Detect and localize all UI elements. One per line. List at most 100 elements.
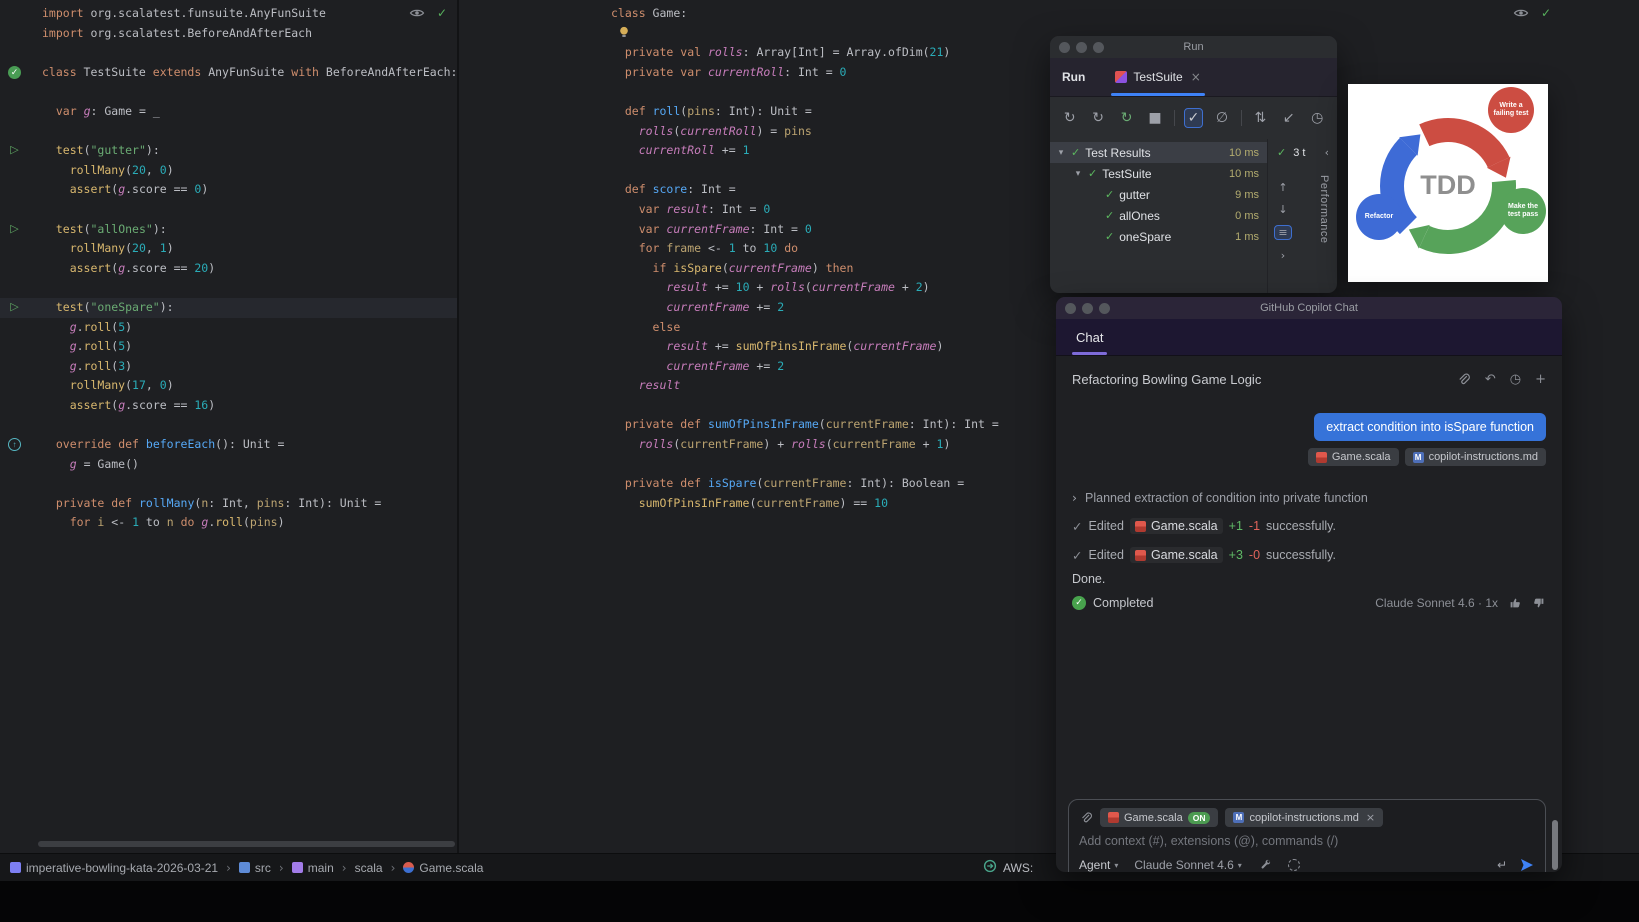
filter-menu-icon[interactable]: ≡ <box>1274 225 1292 240</box>
plan-collapsible-row[interactable]: › Planned extraction of condition into p… <box>1072 490 1546 505</box>
test-duration: 10 ms <box>1229 146 1259 159</box>
code-line: g.roll(5) <box>69 319 133 334</box>
test-duration: 9 ms <box>1235 188 1259 201</box>
zoom-traffic-light[interactable] <box>1093 41 1104 53</box>
rerun-failed-button[interactable]: ↻ <box>1088 108 1107 128</box>
edited-file-link[interactable]: Game.scala <box>1129 518 1223 534</box>
breadcrumb-item[interactable]: imperative-bowling-kata-2026-03-21 <box>10 861 218 875</box>
minimize-traffic-light[interactable] <box>1082 302 1093 314</box>
show-ignored-button[interactable]: ∅ <box>1212 108 1231 128</box>
history-icon[interactable]: ◷ <box>1510 372 1521 387</box>
thumbs-up-icon[interactable] <box>1508 596 1522 610</box>
horizontal-scrollbar[interactable] <box>38 841 455 847</box>
code-line: private var currentRoll: Int = 0 <box>624 64 847 79</box>
test-tree-row[interactable]: ▾ ✓ TestSuite 10 ms <box>1050 163 1267 184</box>
breadcrumb-item[interactable]: src <box>238 861 271 875</box>
editor-split-divider[interactable] <box>457 0 459 853</box>
chat-input-box[interactable]: Game.scalaON Mcopilot-instructions.md× Ag… <box>1068 799 1546 872</box>
new-chat-icon[interactable]: + <box>1535 372 1546 387</box>
scala-file-icon <box>1134 520 1146 532</box>
run-side-panel: ✓ 3 t ‹ ↑ ↓ ≡ › Performance <box>1267 139 1337 293</box>
chat-message-input[interactable] <box>1079 834 1535 848</box>
context-chip[interactable]: Game.scala <box>1307 448 1399 466</box>
run-test-icon[interactable]: ▷ <box>8 223 21 236</box>
input-context-chip[interactable]: Mcopilot-instructions.md × <box>1225 808 1384 827</box>
completed-label: Completed <box>1093 596 1154 610</box>
expand-chevron-icon[interactable]: ▾ <box>1054 148 1068 158</box>
test-tree-row[interactable]: ✓ oneSpare 1 ms <box>1050 226 1267 247</box>
insert-icon[interactable]: ↵ <box>1497 858 1507 872</box>
expand-chevron-icon[interactable]: › <box>1072 490 1077 505</box>
chat-scrollbar[interactable] <box>1552 820 1558 870</box>
breadcrumb-item[interactable]: Game.scala <box>403 861 483 875</box>
toggle-auto-rerun-button[interactable]: ↻ <box>1117 108 1136 128</box>
breadcrumb-separator-icon: › <box>226 860 231 875</box>
tools-wrench-icon[interactable] <box>1258 858 1272 872</box>
test-duration: 1 ms <box>1235 230 1259 243</box>
input-context-chip[interactable]: Game.scala ON <box>1100 808 1219 827</box>
chat-window-titlebar[interactable]: GitHub Copilot Chat <box>1056 297 1562 319</box>
stop-button[interactable]: ■ <box>1145 108 1164 128</box>
attach-icon[interactable] <box>1456 372 1471 387</box>
aws-status-widget[interactable]: AWS: <box>983 854 1033 881</box>
intention-bulb-icon[interactable] <box>617 25 631 45</box>
expand-panel-icon[interactable]: › <box>1281 249 1285 262</box>
tab-chat[interactable]: Chat <box>1072 319 1108 355</box>
check-icon: ✓ <box>1072 547 1083 563</box>
edited-file-link[interactable]: Game.scala <box>1129 547 1223 563</box>
close-traffic-light[interactable] <box>1059 41 1070 53</box>
context-chip[interactable]: Mcopilot-instructions.md <box>1404 448 1546 466</box>
show-passed-button[interactable]: ✓ <box>1183 108 1204 128</box>
navigate-to-test-button[interactable]: ↙ <box>1279 108 1298 128</box>
undo-icon[interactable]: ↶ <box>1485 372 1496 387</box>
expand-chevron-icon[interactable]: ▾ <box>1071 169 1085 179</box>
rerun-button[interactable]: ↻ <box>1060 108 1079 128</box>
test-results-tree[interactable]: ▾ ✓ Test Results 10 ms ▾ ✓ TestSuite 10 ms ✓ gut… <box>1050 139 1267 293</box>
zoom-traffic-light[interactable] <box>1099 302 1110 314</box>
editor-testsuite[interactable]: ✓ ▷ ▷ ▷ ↑ import org.scalatest.funsuite.AnyF… <box>0 0 457 853</box>
check-icon: ✓ <box>1072 518 1083 534</box>
breadcrumb-item[interactable]: main <box>291 861 334 875</box>
test-passed-icon: ✓ <box>1088 167 1098 180</box>
module-icon <box>10 862 21 873</box>
passed-count-label: 3 t <box>1293 146 1306 159</box>
added-lines: +3 <box>1228 548 1243 562</box>
close-tab-icon[interactable]: × <box>1191 70 1201 84</box>
send-button[interactable] <box>1519 857 1535 872</box>
model-selector[interactable]: Claude Sonnet 4.6 ▾ <box>1134 858 1241 872</box>
close-traffic-light[interactable] <box>1065 302 1076 314</box>
previous-result-icon[interactable]: ↑ <box>1278 181 1287 194</box>
test-tree-row[interactable]: ▾ ✓ Test Results 10 ms <box>1050 142 1267 163</box>
edit-result-row: ✓ Edited Game.scala +3 -0 successfully. <box>1072 547 1336 563</box>
reader-mode-eye-icon[interactable] <box>1513 5 1529 21</box>
attach-context-icon[interactable] <box>1079 811 1093 825</box>
run-window-titlebar[interactable]: Run <box>1050 36 1337 58</box>
no-problems-check-icon[interactable]: ✓ <box>1541 6 1551 20</box>
test-history-button[interactable]: ◷ <box>1308 108 1327 128</box>
chip-close-icon[interactable]: × <box>1366 811 1375 824</box>
collapse-panel-icon[interactable]: ‹ <box>1325 146 1333 159</box>
run-test-icon[interactable]: ▷ <box>8 301 21 314</box>
reader-mode-eye-icon[interactable] <box>409 5 425 21</box>
no-problems-check-icon[interactable]: ✓ <box>437 6 447 20</box>
test-tree-row[interactable]: ✓ allOnes 0 ms <box>1050 205 1267 226</box>
next-result-icon[interactable]: ↓ <box>1278 203 1287 216</box>
tab-testsuite[interactable]: TestSuite × <box>1105 58 1210 96</box>
run-tab-strip: Run TestSuite × <box>1050 58 1337 97</box>
sort-by-duration-button[interactable]: ⇅ <box>1251 108 1270 128</box>
folder-main-icon <box>291 862 303 873</box>
test-tree-row[interactable]: ✓ gutter 9 ms <box>1050 184 1267 205</box>
breadcrumb-item[interactable]: scala <box>355 861 383 875</box>
thumbs-down-icon[interactable] <box>1532 596 1546 610</box>
run-test-icon[interactable]: ▷ <box>8 144 21 157</box>
scala-file-icon <box>1315 451 1327 463</box>
user-message: extract condition into isSpare function <box>1314 413 1546 441</box>
code-area[interactable]: import org.scalatest.funsuite.AnyFunSuit… <box>0 0 457 533</box>
tab-performance[interactable]: Performance <box>1318 175 1330 243</box>
minimize-traffic-light[interactable] <box>1076 41 1087 53</box>
agent-mode-selector[interactable]: Agent ▾ <box>1079 858 1118 872</box>
run-class-icon[interactable]: ✓ <box>8 65 21 79</box>
usage-quota-icon[interactable] <box>1287 859 1300 871</box>
code-line: test("oneSpare"): <box>0 297 457 318</box>
